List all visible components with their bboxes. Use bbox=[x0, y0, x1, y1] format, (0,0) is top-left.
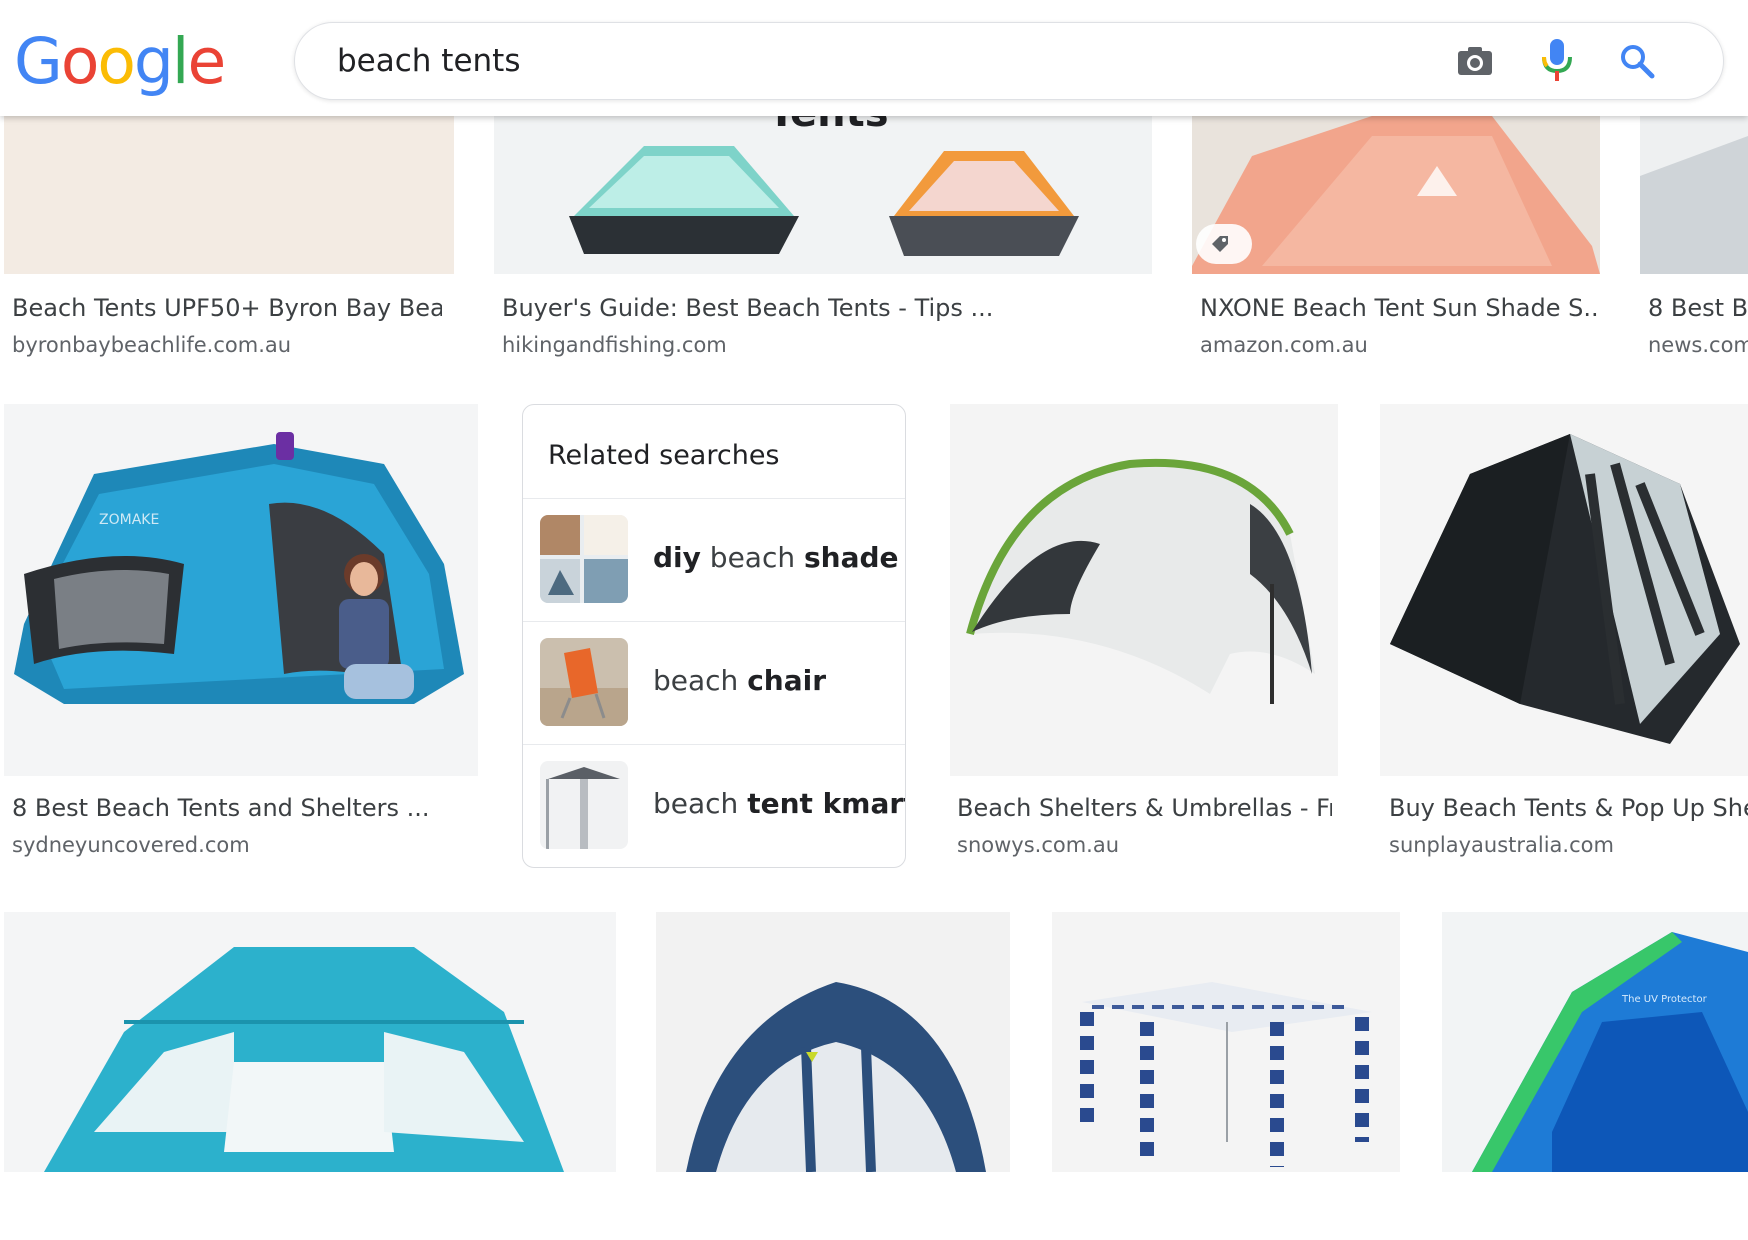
logo-letter: e bbox=[187, 25, 226, 98]
related-searches-card: Related searches diy beach shade beach c… bbox=[522, 404, 906, 868]
result-image[interactable] bbox=[1640, 116, 1748, 274]
result-source[interactable]: news.com bbox=[1648, 331, 1748, 359]
search-input[interactable]: beach tents bbox=[337, 41, 520, 81]
logo-letter: o bbox=[60, 25, 100, 98]
related-search-label[interactable]: beach tent kmart bbox=[653, 785, 905, 823]
result-image[interactable] bbox=[656, 912, 1010, 1172]
result-image[interactable]: Tents bbox=[494, 116, 1152, 274]
result-image[interactable] bbox=[1192, 116, 1600, 274]
brand-logo-text: ZOMAKE bbox=[99, 512, 159, 528]
result-title[interactable]: NXONE Beach Tent Sun Shade S... bbox=[1200, 293, 1600, 323]
result-title[interactable]: 8 Best Be bbox=[1648, 293, 1748, 323]
google-logo[interactable]: Google bbox=[14, 22, 226, 102]
result-source[interactable]: sydneyuncovered.com bbox=[12, 831, 472, 859]
related-search-label[interactable]: beach chair bbox=[653, 662, 826, 700]
tag-icon bbox=[1208, 232, 1232, 256]
result-title[interactable]: Buyer's Guide: Best Beach Tents - Tips .… bbox=[502, 293, 1142, 323]
result-title[interactable]: Beach Shelters & Umbrellas - Fr... bbox=[957, 793, 1332, 823]
camera-icon[interactable] bbox=[1455, 41, 1495, 81]
search-icon[interactable] bbox=[1617, 41, 1657, 81]
result-source[interactable]: sunplayaustralia.com bbox=[1389, 831, 1748, 859]
related-search-label[interactable]: diy beach shade bbox=[653, 539, 899, 577]
search-box[interactable]: beach tents bbox=[294, 22, 1724, 100]
result-source[interactable]: hikingandfishing.com bbox=[502, 331, 1142, 359]
result-image[interactable] bbox=[4, 116, 454, 274]
result-source[interactable]: amazon.com.au bbox=[1200, 331, 1600, 359]
result-source[interactable]: snowys.com.au bbox=[957, 831, 1332, 859]
result-title[interactable]: Buy Beach Tents & Pop Up Shel... bbox=[1389, 793, 1748, 823]
related-thumbnail bbox=[540, 515, 628, 603]
logo-letter: o bbox=[97, 25, 136, 98]
result-source[interactable]: byronbaybeachlife.com.au bbox=[12, 331, 442, 359]
related-search-item[interactable]: diy beach shade bbox=[523, 498, 905, 621]
result-image[interactable]: The UV Protector bbox=[1442, 912, 1748, 1172]
result-title[interactable]: Beach Tents UPF50+ Byron Bay Bea... bbox=[12, 293, 442, 323]
result-image[interactable]: ZOMAKE bbox=[4, 404, 478, 776]
logo-letter: g bbox=[133, 25, 174, 98]
related-thumbnail bbox=[540, 761, 628, 849]
related-search-item[interactable]: beach chair bbox=[523, 621, 905, 744]
related-searches-title: Related searches bbox=[548, 440, 780, 471]
microphone-icon[interactable] bbox=[1537, 37, 1577, 85]
result-image[interactable] bbox=[1052, 912, 1400, 1172]
related-thumbnail bbox=[540, 638, 628, 726]
related-search-item[interactable]: beach tent kmart bbox=[523, 744, 905, 867]
result-image[interactable] bbox=[950, 404, 1338, 776]
image-heading-text: Tents bbox=[768, 116, 889, 136]
result-image[interactable] bbox=[4, 912, 616, 1172]
search-header: Google beach tents bbox=[0, 0, 1748, 116]
logo-letter: l bbox=[171, 25, 189, 98]
brand-logo-text: The UV Protector bbox=[1621, 994, 1708, 1005]
result-title[interactable]: 8 Best Beach Tents and Shelters ... bbox=[12, 793, 472, 823]
logo-letter: G bbox=[14, 25, 63, 98]
result-image[interactable] bbox=[1380, 404, 1748, 776]
